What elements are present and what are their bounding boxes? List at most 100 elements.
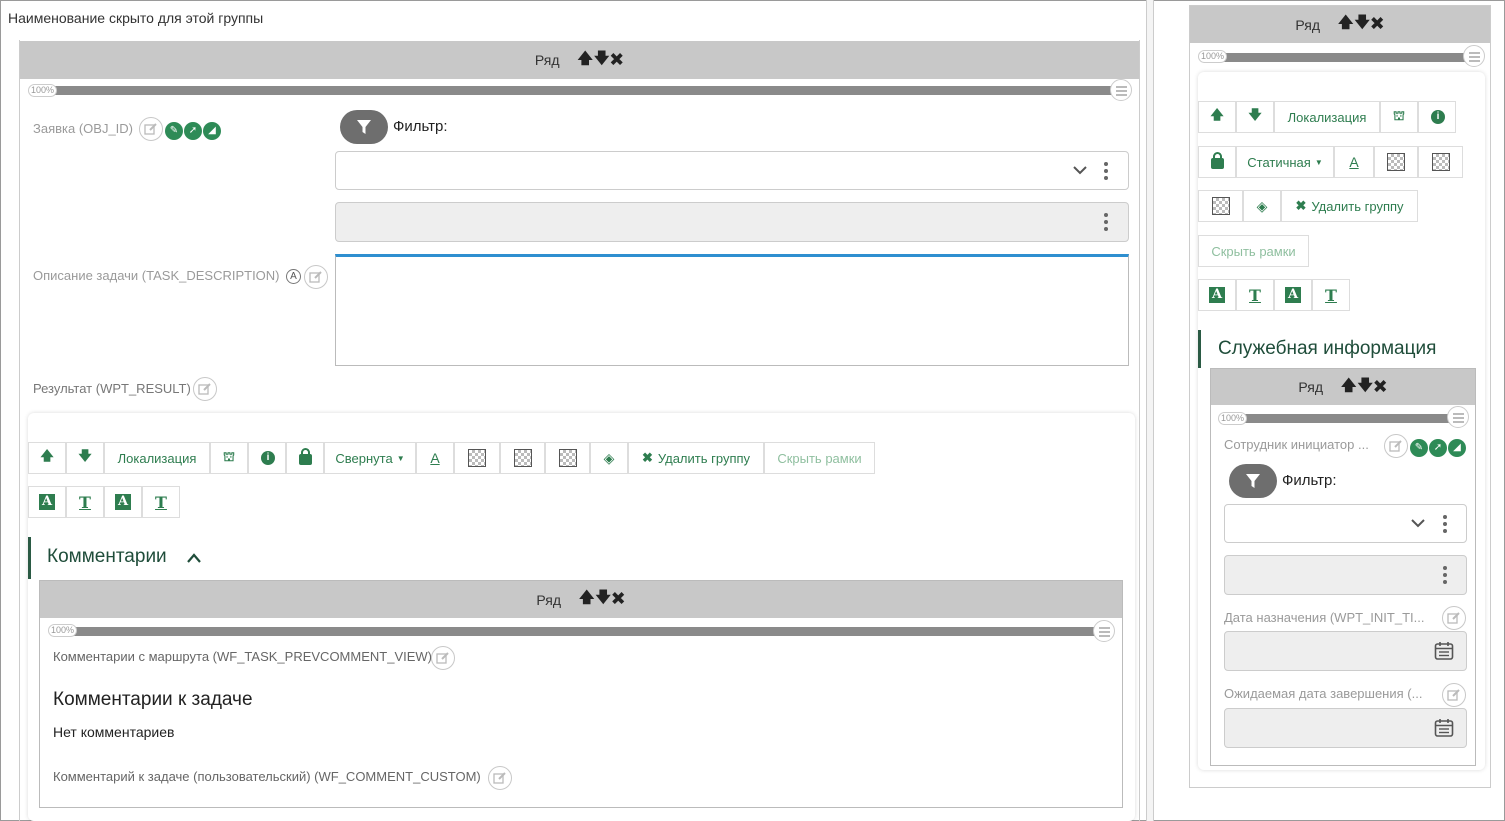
a-box-icon: A [39, 494, 55, 510]
menu-icon[interactable] [1110, 79, 1132, 101]
section-accent [28, 537, 31, 579]
share-icon[interactable]: ➚ [1429, 439, 1447, 457]
edit-icon[interactable] [1442, 683, 1466, 707]
edit-icon[interactable] [1442, 606, 1466, 630]
transparent-icon [1387, 153, 1405, 171]
init-date-field[interactable] [1224, 631, 1467, 671]
edit-icon[interactable] [431, 646, 455, 670]
row-controls[interactable]: 🡅🡇✖ [579, 587, 626, 612]
eraser-icon[interactable]: ◢ [1448, 439, 1466, 457]
title-text-button[interactable]: T [1236, 279, 1274, 311]
transparent-icon [1211, 197, 1230, 215]
initiator-select[interactable] [1224, 504, 1467, 543]
t-icon: T [155, 492, 167, 512]
more-icon[interactable] [1443, 566, 1447, 587]
due-date-label: Ожидаемая дата завершения (... [1224, 686, 1423, 701]
row-bar: Ряд 🡅🡇✖ [1211, 369, 1475, 405]
row-controls[interactable]: 🡅🡇✖ [1341, 375, 1388, 400]
transparency-button-3[interactable] [1198, 190, 1243, 222]
localization-button[interactable]: Локализация [104, 442, 210, 474]
edit-icon[interactable] [139, 117, 163, 141]
move-up-button[interactable]: 🡅 [28, 442, 66, 474]
more-icon[interactable] [1104, 162, 1108, 183]
eraser-icon: ◈ [1256, 197, 1268, 214]
menu-icon[interactable] [1447, 406, 1469, 428]
a-box-icon: A [1285, 287, 1301, 303]
eraser-icon[interactable]: ◢ [203, 122, 221, 140]
font-color-button[interactable]: A [1334, 146, 1374, 178]
collapse-mode-label: Свернута [335, 450, 393, 466]
edit-icon[interactable] [193, 377, 217, 401]
move-down-button[interactable]: 🡇 [1236, 101, 1274, 133]
edit-icon[interactable] [304, 265, 328, 289]
localization-button[interactable]: Локализация [1274, 101, 1380, 133]
pencil-icon[interactable]: ✎ [1410, 439, 1428, 457]
transparency-button-2[interactable] [500, 442, 545, 474]
title-text-button[interactable]: T [66, 486, 104, 518]
collapse-mode-dropdown[interactable]: Свернута ▼ [324, 442, 416, 474]
content-bg-color-button[interactable]: A [104, 486, 142, 518]
clear-format-button[interactable]: ◈ [590, 442, 628, 474]
transparent-icon [468, 449, 486, 467]
calendar-icon[interactable] [1434, 641, 1454, 661]
transparency-button-3[interactable] [545, 442, 590, 474]
title-bg-color-button[interactable]: A [1198, 279, 1236, 311]
info-icon: i [1431, 110, 1445, 124]
localization-icon[interactable]: A [286, 269, 301, 284]
task-comments-title: Комментарии к задаче [53, 689, 253, 710]
chevron-down-icon[interactable] [1073, 166, 1087, 175]
width-bar[interactable] [1220, 53, 1466, 62]
hide-frames-button[interactable]: Скрыть рамки [764, 442, 875, 474]
due-date-field[interactable] [1224, 708, 1467, 748]
content-text-button[interactable]: T [142, 486, 180, 518]
service-info-section-title: Служебная информация [1218, 338, 1437, 359]
custom-comment-label: Комментарий к задаче (пользовательский) … [53, 769, 481, 784]
width-percent: 100% [48, 624, 78, 637]
width-bar[interactable] [70, 627, 1098, 636]
task-desc-textarea[interactable] [335, 254, 1129, 366]
more-icon[interactable] [1104, 213, 1108, 234]
chevron-down-icon[interactable] [1411, 519, 1425, 528]
share-icon[interactable]: ➚ [184, 122, 202, 140]
obj-id-select[interactable] [335, 151, 1129, 190]
delete-group-button[interactable]: ✖ Удалить группу [1281, 190, 1418, 222]
title-bg-color-button[interactable]: A [28, 486, 66, 518]
menu-icon[interactable] [1463, 45, 1485, 67]
width-bar[interactable] [1240, 414, 1450, 423]
edit-icon[interactable] [1384, 434, 1408, 458]
lock-button[interactable] [286, 442, 324, 474]
pencil-icon[interactable]: ✎ [165, 122, 183, 140]
font-color-button[interactable]: A [416, 442, 454, 474]
calendar-icon[interactable] [1434, 718, 1454, 738]
move-up-button[interactable]: 🡅 [1198, 101, 1236, 133]
static-mode-dropdown[interactable]: Статичная ▼ [1236, 146, 1334, 178]
transparency-button-1[interactable] [454, 442, 500, 474]
filter-button[interactable] [340, 110, 388, 144]
panel-divider[interactable] [1146, 0, 1154, 821]
a-box-icon: A [115, 494, 131, 510]
chevron-up-icon[interactable] [187, 553, 201, 563]
clear-format-button[interactable]: ◈ [1243, 190, 1281, 222]
more-icon[interactable] [1443, 515, 1447, 536]
info-button[interactable]: i [1418, 101, 1456, 133]
content-bg-color-button[interactable]: A [1274, 279, 1312, 311]
width-bar[interactable] [50, 86, 1116, 95]
delete-group-button[interactable]: ✖ Удалить группу [628, 442, 764, 474]
transparency-button-2[interactable] [1418, 146, 1463, 178]
menu-icon[interactable] [1093, 620, 1115, 642]
font-color-icon: A [1349, 154, 1359, 170]
info-button[interactable]: i [248, 442, 286, 474]
filter-button[interactable] [1229, 464, 1277, 498]
transparency-button-1[interactable] [1374, 146, 1418, 178]
content-text-button[interactable]: T [1312, 279, 1350, 311]
move-down-button[interactable]: 🡇 [66, 442, 104, 474]
row-bar: Ряд 🡅🡇✖ [20, 41, 1139, 79]
hide-frames-button[interactable]: Скрыть рамки [1198, 235, 1309, 267]
row-controls[interactable]: 🡅🡇✖ [578, 48, 625, 73]
binoculars-button[interactable]: ⛫ [210, 442, 248, 474]
edit-icon[interactable] [488, 766, 512, 790]
lock-button[interactable] [1198, 146, 1236, 178]
row-controls[interactable]: 🡅🡇✖ [1338, 12, 1385, 37]
transparent-icon [513, 449, 532, 467]
binoculars-button[interactable]: ⛫ [1380, 101, 1418, 133]
